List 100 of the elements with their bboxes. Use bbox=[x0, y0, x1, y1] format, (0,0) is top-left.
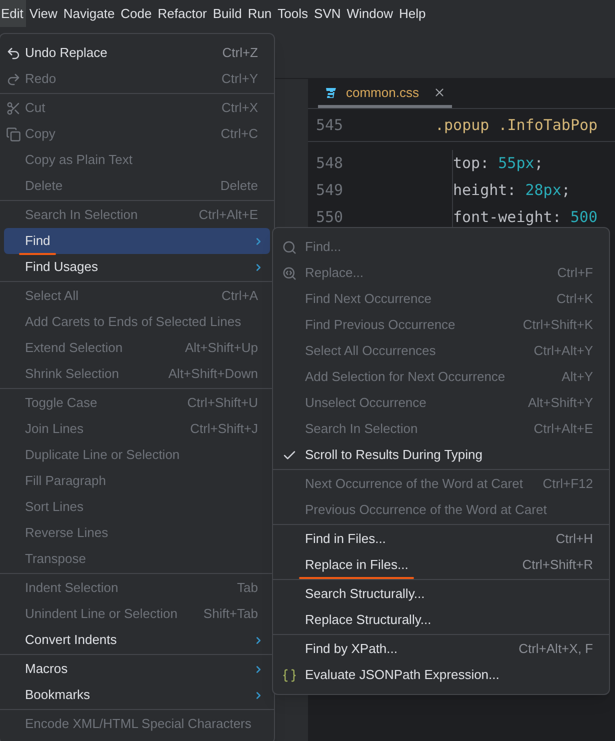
shortcut-label: Ctrl+C bbox=[220, 125, 258, 144]
menu-item[interactable]: Bookmarks bbox=[4, 682, 270, 708]
shortcut-label: Ctrl+Y bbox=[222, 70, 258, 88]
line-number: 548 bbox=[308, 150, 453, 177]
menu-item-label: Replace Structurally... bbox=[305, 611, 432, 630]
shortcut-label: Ctrl+Shift+K bbox=[522, 316, 593, 334]
menu-item-label: Unindent Line or Selection bbox=[25, 605, 178, 624]
menu-item[interactable]: Find by XPath... Ctrl+Alt+X, F bbox=[277, 636, 605, 662]
menu-bar-item[interactable]: SVN bbox=[311, 0, 344, 27]
menu-item-label: Search Structurally... bbox=[305, 585, 425, 604]
menu-item-label: Convert Indents bbox=[25, 631, 117, 650]
search-replace-icon bbox=[282, 266, 297, 280]
code-line: top: 55px; bbox=[453, 153, 544, 174]
code-line: font-weight: 500 bbox=[453, 207, 598, 228]
menu-item-label: Indent Selection bbox=[25, 579, 118, 598]
shortcut-label: Ctrl+X bbox=[222, 99, 258, 118]
shortcut-label: Delete bbox=[220, 177, 258, 196]
close-icon[interactable] bbox=[432, 86, 446, 99]
menu-bar-item[interactable]: Edit bbox=[0, 0, 26, 27]
css-file-icon bbox=[324, 86, 338, 100]
menu-item-label: Find Previous Occurrence bbox=[305, 316, 456, 334]
line-number: 549 bbox=[308, 177, 453, 204]
shortcut-label: Ctrl+Shift+U bbox=[187, 394, 258, 412]
menu-item-label: Macros bbox=[25, 660, 68, 678]
menu-bar-item[interactable]: View bbox=[26, 0, 60, 27]
menu-item[interactable]: Replace Structurally... bbox=[277, 607, 605, 633]
braces-icon bbox=[282, 668, 297, 682]
line-number: 545 bbox=[315, 114, 344, 136]
shortcut-label: Alt+Shift+Up bbox=[185, 339, 258, 358]
shortcut-label: Shift+Tab bbox=[203, 605, 258, 624]
shortcut-label: Ctrl+Shift+J bbox=[190, 420, 258, 438]
menu-item[interactable]: Find bbox=[4, 228, 270, 254]
redo-icon bbox=[6, 72, 21, 86]
menu-item-label: Find bbox=[25, 231, 50, 251]
menu-item-label: Reverse Lines bbox=[25, 524, 108, 542]
shortcut-label: Ctrl+Z bbox=[222, 44, 258, 62]
shortcut-label: Ctrl+Alt+X, F bbox=[518, 640, 593, 658]
sticky-code-line: .popup .InfoTabPop bbox=[435, 114, 598, 136]
menu-bar-item[interactable]: Run bbox=[244, 0, 275, 27]
shortcut-label: Alt+Shift+Y bbox=[528, 394, 593, 412]
menu-item-label: Search In Selection bbox=[305, 420, 418, 438]
menu-item[interactable]: Replace in Files... Ctrl+Shift+R bbox=[277, 552, 605, 578]
shortcut-label: Ctrl+Alt+E bbox=[198, 206, 258, 224]
menu-item[interactable]: Search Structurally... bbox=[277, 581, 605, 607]
shortcut-label: Ctrl+Shift+R bbox=[522, 556, 593, 574]
menu-item-label: Undo Replace bbox=[25, 44, 108, 62]
menu-item[interactable]: Macros bbox=[4, 656, 270, 682]
undo-icon bbox=[6, 46, 21, 60]
menu-item-label: Next Occurrence of the Word at Caret bbox=[305, 475, 523, 494]
menu-item-label: Find... bbox=[305, 238, 342, 256]
menu-item-label: Evaluate JSONPath Expression... bbox=[305, 666, 500, 684]
menu-item-label: Sort Lines bbox=[25, 498, 84, 516]
menu-item-label: Fill Paragraph bbox=[25, 472, 106, 490]
menu-item-label: Shrink Selection bbox=[25, 365, 119, 384]
menu-item-label: Find Next Occurrence bbox=[305, 290, 432, 308]
menu-item-label: Encode XML/HTML Special Characters bbox=[25, 715, 252, 734]
editor-tab[interactable]: common.css bbox=[318, 80, 452, 108]
menu-item-label: Delete bbox=[25, 177, 63, 196]
menu-bar-item[interactable]: Code bbox=[118, 0, 155, 27]
menu-item-label: Cut bbox=[25, 99, 46, 118]
shortcut-label: Ctrl+F bbox=[557, 264, 593, 282]
menu-item-label: Copy bbox=[25, 125, 56, 144]
menu-item-label: Add Selection for Next Occurrence bbox=[305, 368, 506, 386]
code-line: height: 28px; bbox=[453, 180, 570, 202]
menu-item[interactable]: Find in Files... Ctrl+H bbox=[277, 526, 605, 552]
menu-item-label: Select All bbox=[25, 287, 78, 306]
shortcut-label: Ctrl+H bbox=[556, 530, 593, 548]
menu-item-label: Unselect Occurrence bbox=[305, 394, 426, 412]
menu-bar-item[interactable]: Window bbox=[344, 0, 396, 27]
menu-bar-item[interactable]: Refactor bbox=[154, 0, 210, 27]
search-icon bbox=[282, 240, 297, 254]
tab-label: common.css bbox=[346, 84, 419, 102]
menu-bar-item[interactable]: Navigate bbox=[60, 0, 118, 27]
menu-item-label: Find in Files... bbox=[305, 530, 386, 548]
menu-item[interactable]: Find Usages bbox=[4, 254, 270, 280]
menu-item-label: Duplicate Line or Selection bbox=[25, 446, 180, 464]
shortcut-label: Tab bbox=[237, 579, 258, 598]
menu-item-label: Transpose bbox=[25, 550, 86, 568]
menu-bar-item[interactable]: Help bbox=[396, 0, 429, 27]
menu-item-label: Select All Occurrences bbox=[305, 342, 436, 360]
menu-item[interactable]: Convert Indents bbox=[4, 627, 270, 653]
menu-bar-item[interactable]: Build bbox=[210, 0, 245, 27]
menu-item-label: Extend Selection bbox=[25, 339, 123, 358]
scissors-icon bbox=[6, 100, 21, 116]
menu-item[interactable]: Scroll to Results During Typing bbox=[277, 442, 605, 468]
menu-item-label: Find Usages bbox=[25, 258, 98, 276]
menu-item-label: Replace in Files... bbox=[305, 555, 408, 575]
shortcut-label: Ctrl+Alt+E bbox=[534, 420, 593, 438]
menu-item-label: Previous Occurrence of the Word at Caret bbox=[305, 501, 547, 520]
menu-item-label: Scroll to Results During Typing bbox=[305, 446, 483, 464]
menu-item-label: Redo bbox=[25, 70, 56, 88]
menu-item-label: Add Carets to Ends of Selected Lines bbox=[25, 313, 242, 332]
menu-item-label: Bookmarks bbox=[25, 686, 90, 704]
menu-item[interactable]: Undo Replace Ctrl+Z bbox=[4, 40, 270, 66]
menu-bar-item[interactable]: Tools bbox=[274, 0, 312, 27]
menu-item-label: Copy as Plain Text bbox=[25, 151, 132, 170]
menu-item-label: Join Lines bbox=[25, 420, 84, 438]
copy-icon bbox=[6, 126, 21, 142]
menu-item[interactable]: Evaluate JSONPath Expression... bbox=[277, 662, 605, 688]
shortcut-label: Alt+Y bbox=[562, 368, 593, 386]
